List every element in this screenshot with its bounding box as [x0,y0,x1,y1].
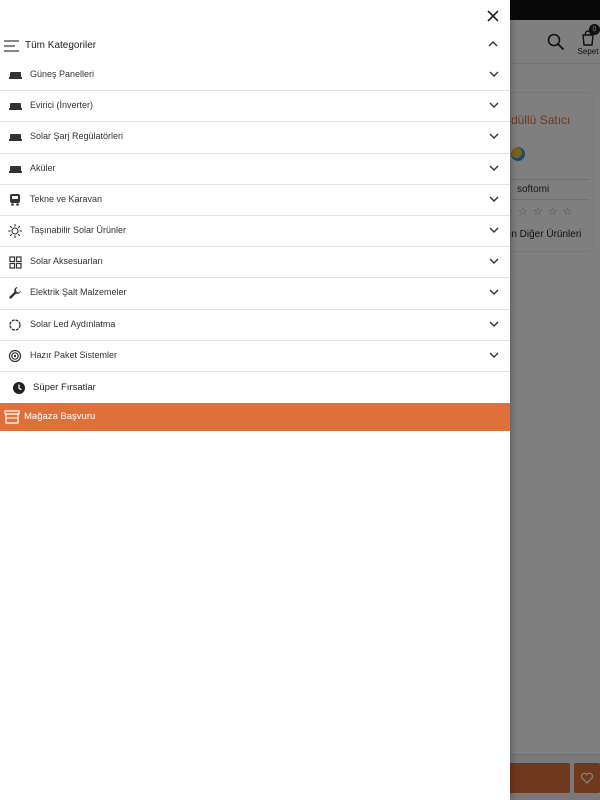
category-item-elektrik-salt[interactable]: Elektrik Şalt Malzemeler [0,278,510,310]
chevron-down-icon [489,321,499,327]
category-label: Evirici (İnverter) [30,100,94,111]
chevron-down-icon [489,196,499,202]
category-list: Güneş Panelleri Evirici (İnverter) Solar… [0,60,510,372]
caravan-icon [8,193,22,207]
chevron-down-icon [489,71,499,77]
category-item-akuler[interactable]: Aküler [0,154,510,185]
panel-icon [8,68,22,82]
chevron-down-icon [489,133,499,140]
super-deals-label: Süper Fırsatlar [33,382,96,393]
inverter-icon [8,99,22,113]
category-item-solar-sarj[interactable]: Solar Şarj Regülatörleri [0,122,510,154]
category-item-solar-led[interactable]: Solar Led Aydınlatma [0,310,510,341]
category-label: Tekne ve Karavan [30,193,103,204]
category-label: Solar Led Aydınlatma [30,318,116,329]
category-label: Elektrik Şalt Malzemeler [30,287,127,298]
super-deals-item[interactable]: Süper Fırsatlar [0,374,510,402]
led-ring-icon [8,318,22,332]
grid-icon [8,255,22,269]
category-label: Hazır Paket Sistemler [30,349,118,360]
app-root: 0 Sepet düllü Satıcı softomi ☆ ☆ ☆ ☆ ☆ n… [0,0,600,800]
category-item-solar-aksesuarlari[interactable]: Solar Aksesuarları [0,247,510,279]
all-categories-label: Tüm Kategoriler [25,40,97,51]
category-label: Solar Şarj Regülatörleri [30,131,124,142]
chevron-down-icon [489,165,499,171]
store-icon [4,410,20,424]
battery-icon [8,162,22,176]
category-drawer: Tüm Kategoriler Güneş Panelleri Evirici … [0,0,510,800]
category-label: Solar Aksesuarları [30,256,104,267]
store-application-item[interactable]: Mağaza Başvuru [0,403,510,431]
category-item-evirici[interactable]: Evirici (İnverter) [0,91,510,123]
close-button[interactable] [483,6,503,26]
category-label: Taşınabilir Solar Ürünler [30,224,127,235]
chevron-down-icon [489,227,499,233]
charge-regulator-icon [8,130,22,144]
category-item-tasinabilir[interactable]: Taşınabilir Solar Ürünler [0,216,510,248]
chevron-up-icon [488,41,498,47]
chevron-down-icon [489,352,499,358]
category-label: Güneş Panelleri [30,69,95,79]
target-icon [8,349,22,363]
all-categories-header[interactable]: Tüm Kategoriler [0,31,510,60]
category-item-tekne-karavan[interactable]: Tekne ve Karavan [0,185,510,216]
chevron-down-icon [489,289,499,296]
category-item-hazir-paket[interactable]: Hazır Paket Sistemler [0,341,510,372]
wrench-icon [8,286,22,300]
chevron-down-icon [489,258,499,265]
sun-icon [8,223,22,238]
chevron-down-icon [489,102,499,109]
menu-icon [4,39,19,52]
clock-icon [13,382,25,394]
store-application-label: Mağaza Başvuru [24,411,96,422]
close-icon [487,10,499,22]
category-label: Aküler [30,162,56,173]
category-item-gunes-panelleri[interactable]: Güneş Panelleri [0,60,510,92]
